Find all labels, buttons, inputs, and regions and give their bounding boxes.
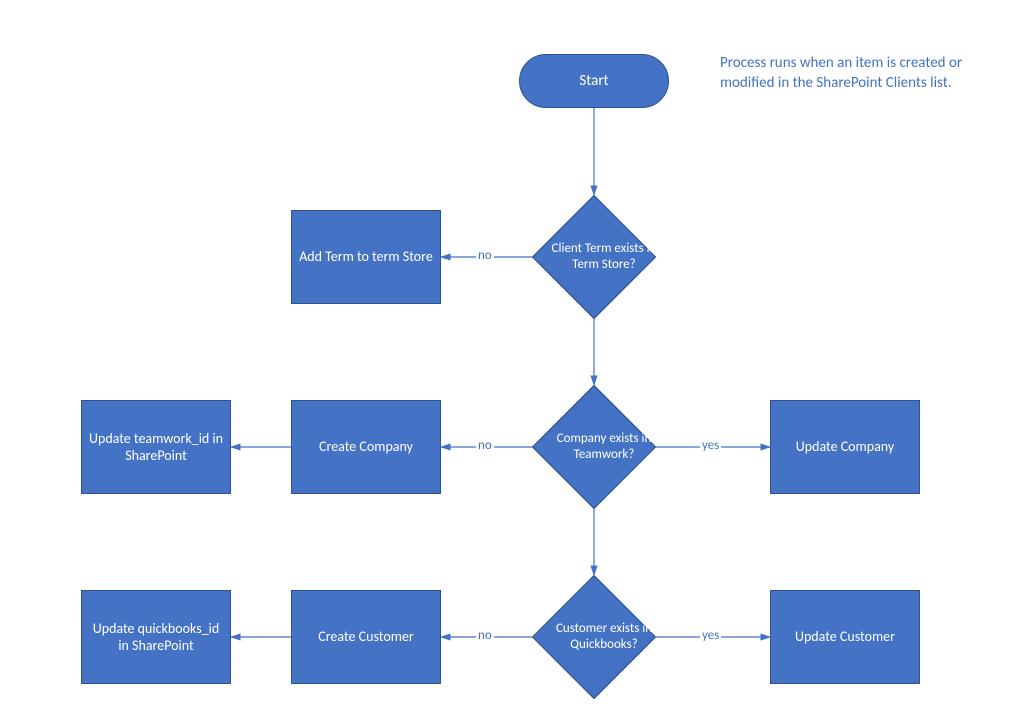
start-node: Start (519, 54, 669, 108)
process-add-term: Add Term to term Store (291, 210, 441, 304)
edge-label-teamwork-yes: yes (700, 438, 721, 453)
process-update-company: Update Company (770, 400, 920, 494)
edge-label-term-no: no (476, 248, 494, 263)
edge-label-qb-no: no (476, 628, 494, 643)
decision-teamwork-label: Company exists in Teamwork? (532, 385, 676, 509)
edge-label-teamwork-no: no (476, 438, 494, 453)
decision-term-store-label: Client Term exists in Term Store? (532, 195, 676, 319)
edge-label-qb-yes: yes (700, 628, 721, 643)
process-update-quickbooks-id: Update quickbooks_id in SharePoint (81, 590, 231, 684)
process-create-customer: Create Customer (291, 590, 441, 684)
process-create-company: Create Company (291, 400, 441, 494)
process-update-customer: Update Customer (770, 590, 920, 684)
decision-quickbooks-label: Customer exists in Quickbooks? (532, 575, 676, 699)
process-annotation: Process runs when an item is created or … (720, 54, 1010, 93)
process-update-teamwork-id: Update teamwork_id in SharePoint (81, 400, 231, 494)
